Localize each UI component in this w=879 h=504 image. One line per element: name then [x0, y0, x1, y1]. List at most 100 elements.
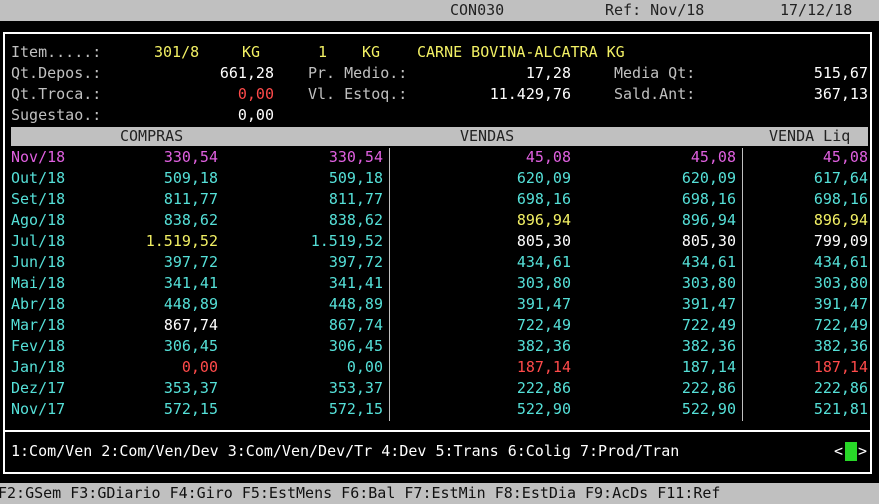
row-value-v4: 805,30 [681, 232, 736, 250]
item-code: 301/8 [154, 43, 200, 61]
options-scroll-right-icon[interactable]: > [858, 441, 867, 462]
row-value-v3: 222,86 [516, 379, 571, 397]
reference-period: Ref: Nov/18 [605, 1, 705, 19]
row-value-v1: 353,37 [163, 379, 218, 397]
function-keys[interactable]: F2:GSem F3:GDiario F4:Giro F5:EstMens F6… [0, 483, 720, 504]
row-value-v1: 397,72 [163, 253, 218, 271]
view-options[interactable]: 1:Com/Ven 2:Com/Ven/Dev 3:Com/Ven/Dev/Tr… [11, 441, 679, 462]
row-month: Mar/18 [11, 316, 66, 334]
row-value-v2: 397,72 [328, 253, 383, 271]
vl-estoq-label: Vl. Estoq.: [308, 85, 408, 103]
row-value-v3: 303,80 [516, 274, 571, 292]
row-value-v1: 811,77 [163, 190, 218, 208]
row-value-v3: 896,94 [516, 211, 571, 229]
row-value-v1: 330,54 [163, 148, 218, 166]
row-month: Jan/18 [11, 358, 66, 376]
row-value-v5: 187,14 [813, 358, 868, 376]
row-value-v3: 391,47 [516, 295, 571, 313]
row-value-v5: 722,49 [813, 316, 868, 334]
row-value-v2: 1.519,52 [310, 232, 383, 250]
options-divider [5, 430, 870, 432]
row-value-v3: 434,61 [516, 253, 571, 271]
row-value-v4: 303,80 [681, 274, 736, 292]
header-venda-liq: VENDA Liq [769, 127, 851, 145]
header-compras: COMPRAS [120, 127, 184, 145]
row-month: Nov/18 [11, 148, 66, 166]
row-month: Set/18 [11, 190, 66, 208]
row-value-v2: 867,74 [328, 316, 383, 334]
row-value-v3: 698,16 [516, 190, 571, 208]
options-scroll-left-icon[interactable]: < [834, 441, 843, 462]
row-value-v4: 187,14 [681, 358, 736, 376]
input-cursor[interactable] [845, 442, 857, 461]
item-unit: KG [242, 43, 261, 61]
row-value-v4: 222,86 [681, 379, 736, 397]
sugestao-label: Sugestao.: [11, 106, 102, 124]
row-value-v1: 341,41 [163, 274, 218, 292]
row-value-v2: 0,00 [346, 358, 383, 376]
row-value-v1: 0,00 [181, 358, 218, 376]
row-value-v2: 341,41 [328, 274, 383, 292]
column-separator [742, 148, 743, 421]
program-code: CON030 [450, 1, 505, 19]
row-month: Ago/18 [11, 211, 66, 229]
qt-depos-label: Qt.Depos.: [11, 64, 102, 82]
row-value-v3: 522,90 [516, 400, 571, 418]
row-value-v3: 382,36 [516, 337, 571, 355]
row-value-v5: 391,47 [813, 295, 868, 313]
row-value-v4: 522,90 [681, 400, 736, 418]
row-value-v2: 509,18 [328, 169, 383, 187]
row-value-v5: 521,81 [813, 400, 868, 418]
qt-troca-label: Qt.Troca.: [11, 85, 102, 103]
row-value-v4: 434,61 [681, 253, 736, 271]
row-month: Out/18 [11, 169, 66, 187]
row-value-v4: 391,47 [681, 295, 736, 313]
row-value-v2: 448,89 [328, 295, 383, 313]
item-description: CARNE BOVINA-ALCATRA KG [417, 43, 625, 61]
row-value-v4: 722,49 [681, 316, 736, 334]
item-quantity: 1 [318, 43, 328, 61]
row-value-v3: 722,49 [516, 316, 571, 334]
row-value-v2: 330,54 [328, 148, 383, 166]
sald-ant-label: Sald.Ant: [614, 85, 696, 103]
row-month: Mai/18 [11, 274, 66, 292]
vl-estoq-value: 11.429,76 [489, 85, 571, 103]
row-value-v5: 434,61 [813, 253, 868, 271]
row-value-v1: 572,15 [163, 400, 218, 418]
column-separator [389, 148, 390, 421]
row-value-v3: 45,08 [525, 148, 571, 166]
row-month: Abr/18 [11, 295, 66, 313]
qt-depos-value: 661,28 [219, 64, 274, 82]
row-month: Fev/18 [11, 337, 66, 355]
row-value-v1: 1.519,52 [145, 232, 218, 250]
row-value-v4: 382,36 [681, 337, 736, 355]
row-value-v2: 572,15 [328, 400, 383, 418]
row-value-v1: 838,62 [163, 211, 218, 229]
row-value-v5: 222,86 [813, 379, 868, 397]
row-value-v4: 620,09 [681, 169, 736, 187]
row-value-v1: 306,45 [163, 337, 218, 355]
row-value-v2: 353,37 [328, 379, 383, 397]
row-value-v2: 811,77 [328, 190, 383, 208]
row-month: Jun/18 [11, 253, 66, 271]
qt-troca-value: 0,00 [237, 85, 274, 103]
header-vendas: VENDAS [460, 127, 515, 145]
row-value-v5: 617,64 [813, 169, 868, 187]
item-unit-2: KG [362, 43, 381, 61]
media-qt-label: Media Qt: [614, 64, 696, 82]
sald-ant-value: 367,13 [813, 85, 868, 103]
row-value-v5: 799,09 [813, 232, 868, 250]
row-value-v4: 698,16 [681, 190, 736, 208]
row-month: Dez/17 [11, 379, 66, 397]
top-status-bar [0, 0, 879, 21]
row-value-v1: 509,18 [163, 169, 218, 187]
row-value-v2: 838,62 [328, 211, 383, 229]
current-date: 17/12/18 [780, 1, 853, 19]
row-value-v5: 698,16 [813, 190, 868, 208]
row-value-v5: 896,94 [813, 211, 868, 229]
media-qt-value: 515,67 [813, 64, 868, 82]
item-label: Item.....: [11, 43, 102, 61]
row-value-v5: 303,80 [813, 274, 868, 292]
pr-medio-label: Pr. Medio.: [308, 64, 408, 82]
pr-medio-value: 17,28 [525, 64, 571, 82]
